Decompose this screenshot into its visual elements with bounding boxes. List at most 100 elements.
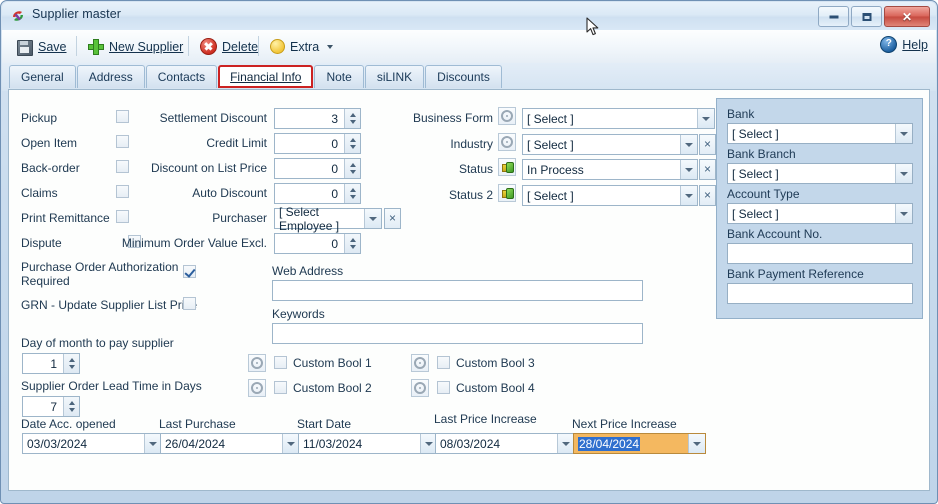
- extra-menu-button[interactable]: Extra: [266, 35, 337, 58]
- lead-time-stepper[interactable]: [63, 397, 79, 416]
- maximize-button[interactable]: [851, 6, 882, 27]
- credit-limit-stepper[interactable]: [344, 134, 360, 153]
- custom-bool-4-checkbox[interactable]: [437, 381, 450, 394]
- last-price-increase-picker[interactable]: 08/03/2024: [435, 433, 575, 454]
- auto-discount-field[interactable]: 0: [274, 183, 361, 204]
- tab-discounts[interactable]: Discounts: [425, 65, 502, 88]
- bank-branch-label: Bank Branch: [727, 147, 796, 161]
- tab-note[interactable]: Note: [314, 65, 364, 88]
- next-price-increase-value: 28/04/2024: [578, 436, 641, 451]
- tab-silink[interactable]: siLINK: [364, 65, 425, 88]
- minimum-order-value-stepper[interactable]: [344, 234, 360, 253]
- custom-bool-2-gear-icon[interactable]: [248, 379, 266, 397]
- toolbar-separator-3: [258, 36, 259, 56]
- bank-account-no-input[interactable]: [727, 243, 913, 264]
- delete-button-label: Delete: [222, 39, 259, 54]
- last-purchase-picker[interactable]: 26/04/2024: [160, 433, 300, 454]
- web-address-label: Web Address: [272, 264, 344, 278]
- status-value: In Process: [527, 162, 584, 177]
- grn-update-checkbox[interactable]: [183, 297, 196, 310]
- close-button[interactable]: ✕: [884, 6, 930, 27]
- discount-on-list-price-stepper[interactable]: [344, 159, 360, 178]
- industry-gear-icon[interactable]: [498, 133, 516, 151]
- industry-select[interactable]: [ Select ]: [522, 134, 698, 155]
- minimum-order-value-label: Minimum Order Value Excl.: [121, 236, 267, 250]
- lead-time-field[interactable]: 7: [22, 396, 80, 417]
- last-price-increase-dropdown-button[interactable]: [557, 434, 574, 453]
- next-price-increase-dropdown-button[interactable]: [688, 434, 705, 453]
- new-supplier-button[interactable]: New Supplier: [84, 35, 187, 58]
- po-auth-checkbox[interactable]: [183, 265, 196, 278]
- save-button[interactable]: Save: [12, 35, 71, 58]
- bank-dropdown-button[interactable]: [895, 124, 912, 143]
- next-price-increase-picker[interactable]: 28/04/2024: [573, 433, 706, 454]
- account-type-label: Account Type: [727, 187, 800, 201]
- discount-on-list-price-field[interactable]: 0: [274, 158, 361, 179]
- custom-bool-4-gear-icon[interactable]: [411, 379, 429, 397]
- print-remittance-label: Print Remittance: [21, 211, 110, 225]
- web-address-input[interactable]: [272, 280, 643, 301]
- delete-button[interactable]: Delete: [196, 35, 262, 58]
- financial-info-panel: Pickup Open Item Back-order Claims Print…: [8, 89, 930, 491]
- account-type-dropdown-button[interactable]: [895, 204, 912, 223]
- status-icon[interactable]: [498, 158, 516, 176]
- day-of-month-stepper[interactable]: [63, 354, 79, 373]
- status2-select[interactable]: [ Select ]: [522, 185, 698, 206]
- last-purchase-dropdown-button[interactable]: [282, 434, 299, 453]
- bank-branch-select[interactable]: [ Select ]: [727, 163, 913, 184]
- custom-bool-2-checkbox[interactable]: [274, 381, 287, 394]
- bank-panel: Bank [ Select ] Bank Branch [ Select ] A…: [716, 98, 923, 319]
- status-dropdown-button[interactable]: [680, 160, 697, 179]
- start-date-picker[interactable]: 11/03/2024: [298, 433, 438, 454]
- custom-bool-3-checkbox[interactable]: [437, 356, 450, 369]
- tab-address[interactable]: Address: [76, 65, 145, 88]
- help-icon: ?: [880, 36, 898, 53]
- save-icon: [16, 39, 33, 56]
- day-of-month-value: 1: [50, 356, 57, 371]
- tab-strip: General Address Contacts Financial Info …: [2, 63, 936, 91]
- status-clear-button[interactable]: ×: [699, 159, 716, 180]
- date-acc-opened-picker[interactable]: 03/03/2024: [22, 433, 162, 454]
- help-button[interactable]: ? Help: [880, 36, 928, 53]
- tab-contacts[interactable]: Contacts: [145, 65, 218, 88]
- tab-financial-info[interactable]: Financial Info: [218, 65, 314, 88]
- account-type-select[interactable]: [ Select ]: [727, 203, 913, 224]
- custom-bool-1-checkbox[interactable]: [274, 356, 287, 369]
- industry-dropdown-button[interactable]: [680, 135, 697, 154]
- keywords-input[interactable]: [272, 323, 643, 344]
- purchaser-clear-button[interactable]: ×: [384, 208, 401, 229]
- lead-time-value: 7: [50, 399, 57, 414]
- window-controls: ✕: [818, 6, 930, 27]
- minimum-order-value-field[interactable]: 0: [274, 233, 361, 254]
- status2-clear-button[interactable]: ×: [699, 185, 716, 206]
- industry-clear-button[interactable]: ×: [699, 134, 716, 155]
- business-form-select[interactable]: [ Select ]: [522, 108, 715, 129]
- bank-value: [ Select ]: [732, 126, 779, 141]
- industry-value: [ Select ]: [527, 137, 574, 152]
- custom-bool-3-gear-icon[interactable]: [411, 354, 429, 372]
- auto-discount-stepper[interactable]: [344, 184, 360, 203]
- day-of-month-field[interactable]: 1: [22, 353, 80, 374]
- business-form-dropdown-button[interactable]: [697, 109, 714, 128]
- help-button-label: Help: [902, 37, 928, 52]
- tab-general[interactable]: General: [9, 65, 76, 88]
- bank-branch-dropdown-button[interactable]: [895, 164, 912, 183]
- purchaser-field[interactable]: [ Select Employee ]: [274, 205, 382, 233]
- business-form-gear-icon[interactable]: [498, 107, 516, 125]
- tab-address-label: Address: [88, 70, 133, 84]
- settlement-discount-field[interactable]: 3: [274, 108, 361, 129]
- status2-icon[interactable]: [498, 184, 516, 202]
- status-select[interactable]: In Process: [522, 159, 698, 180]
- custom-bool-1-gear-icon[interactable]: [248, 354, 266, 372]
- account-type-value: [ Select ]: [732, 206, 779, 221]
- date-acc-opened-dropdown-button[interactable]: [144, 434, 161, 453]
- purchaser-dropdown-button[interactable]: [364, 209, 381, 228]
- settlement-discount-stepper[interactable]: [344, 109, 360, 128]
- status2-dropdown-button[interactable]: [680, 186, 697, 205]
- bank-select[interactable]: [ Select ]: [727, 123, 913, 144]
- custom-bool-3-label: Custom Bool 3: [456, 356, 535, 370]
- bank-payment-reference-input[interactable]: [727, 283, 913, 304]
- credit-limit-field[interactable]: 0: [274, 133, 361, 154]
- day-of-month-label: Day of month to pay supplier: [21, 336, 174, 350]
- minimize-button[interactable]: [818, 6, 849, 27]
